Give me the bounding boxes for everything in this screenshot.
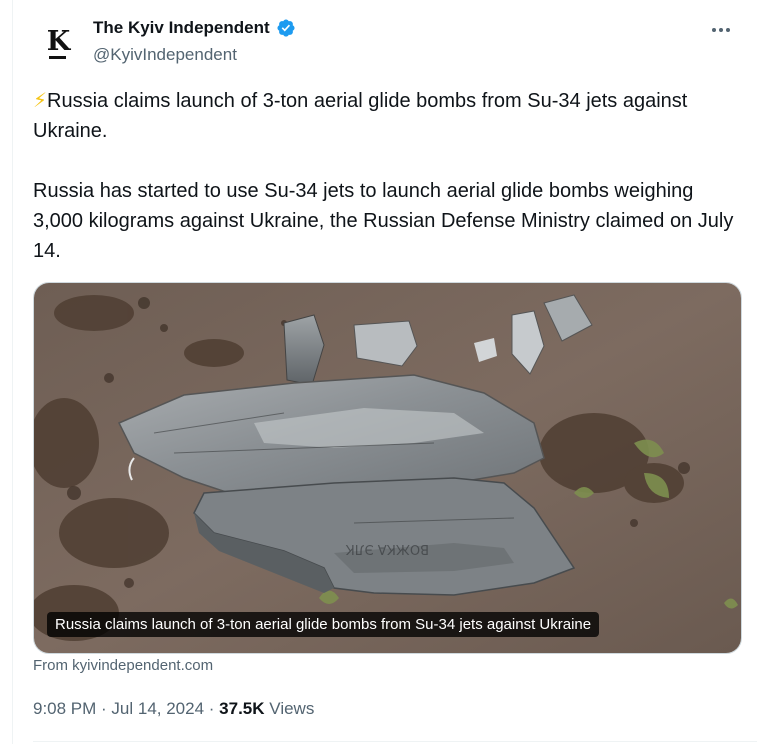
author-name[interactable]: The Kyiv Independent bbox=[93, 18, 270, 38]
tweet-meta: 9:08 PM · Jul 14, 2024 · 37.5K Views bbox=[33, 699, 314, 719]
meta-separator: · bbox=[96, 699, 112, 718]
tweet-text: ⚡Russia claims launch of 3-ton aerial gl… bbox=[33, 86, 743, 266]
svg-text:ВОЖКА ЭЛК: ВОЖКА ЭЛК bbox=[346, 541, 430, 556]
avatar-logo-letter: K bbox=[46, 25, 70, 59]
tweet: K The Kyiv Independent @KyivIndependent … bbox=[13, 0, 757, 744]
more-options-icon[interactable] bbox=[707, 16, 735, 44]
tweet-body: Russia has started to use Su-34 jets to … bbox=[33, 180, 734, 262]
verified-badge-icon[interactable] bbox=[276, 18, 296, 38]
views-count: 37.5K bbox=[219, 699, 265, 718]
meta-separator: · bbox=[204, 699, 220, 718]
author-handle[interactable]: @KyivIndependent bbox=[93, 45, 237, 65]
tweet-time[interactable]: 9:08 PM bbox=[33, 699, 96, 718]
link-source[interactable]: From kyivindependent.com bbox=[33, 657, 213, 674]
link-card-caption: Russia claims launch of 3-ton aerial gli… bbox=[47, 612, 600, 637]
debris-photo: ВОЖКА ЭЛК bbox=[34, 283, 741, 653]
tweet-headline-paragraph: ⚡Russia claims launch of 3-ton aerial gl… bbox=[33, 86, 743, 146]
views-label: Views bbox=[269, 699, 315, 718]
author-name-row: The Kyiv Independent bbox=[93, 18, 296, 38]
tweet-date[interactable]: Jul 14, 2024 bbox=[111, 699, 204, 718]
more-dot bbox=[726, 28, 730, 32]
tweet-headline: Russia claims launch of 3-ton aerial gli… bbox=[33, 90, 688, 142]
divider bbox=[33, 741, 757, 742]
avatar[interactable]: K bbox=[34, 17, 82, 65]
more-dot bbox=[712, 28, 716, 32]
link-card-image[interactable]: ВОЖКА ЭЛК Russia claims launch of 3-ton … bbox=[33, 282, 742, 654]
more-dot bbox=[719, 28, 723, 32]
high-voltage-icon: ⚡ bbox=[33, 90, 48, 112]
